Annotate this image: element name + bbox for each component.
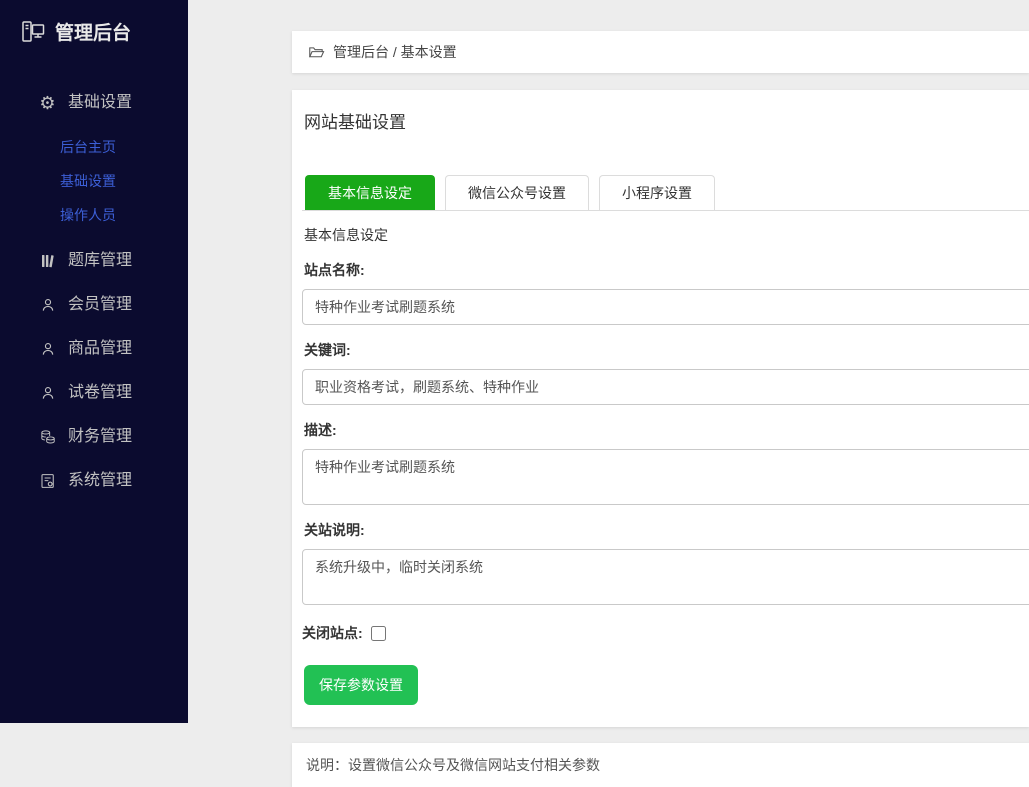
sidebar-item-label: 会员管理 <box>68 294 132 316</box>
sidebar-item-label: 财务管理 <box>68 426 132 448</box>
tab-mini-program[interactable]: 小程序设置 <box>599 175 715 210</box>
user-icon <box>38 294 57 316</box>
keywords-label: 关键词: <box>304 340 1029 360</box>
close-site-label: 关闭站点: <box>302 623 363 643</box>
footer-note-card: 说明：设置微信公众号及微信网站支付相关参数 <box>292 743 1029 787</box>
sidebar-item-exam-papers[interactable]: 试卷管理 <box>0 371 188 415</box>
form-field: 描述: 特种作业考试刷题系统 <box>302 420 1029 505</box>
folder-open-icon <box>308 44 333 61</box>
desktop-icon <box>20 19 46 45</box>
breadcrumb: 管理后台 / 基本设置 <box>292 31 1029 73</box>
coins-icon <box>38 426 57 448</box>
save-settings-button[interactable]: 保存参数设置 <box>304 665 418 705</box>
close-note-field[interactable]: 系统升级中，临时关闭系统 <box>302 549 1029 605</box>
form-field: 关站说明: 系统升级中，临时关闭系统 <box>302 520 1029 605</box>
brand-title: 管理后台 <box>55 18 131 45</box>
user-icon <box>38 338 57 360</box>
tab-wechat-official[interactable]: 微信公众号设置 <box>445 175 589 210</box>
sidebar-item-finance[interactable]: 财务管理 <box>0 415 188 459</box>
sidebar-item-products[interactable]: 商品管理 <box>0 327 188 371</box>
tab-bar: 基本信息设定 微信公众号设置 小程序设置 <box>302 175 1029 211</box>
site-name-label: 站点名称: <box>304 260 1029 280</box>
system-gear-icon <box>38 470 57 492</box>
sidebar-item-question-bank[interactable]: 题库管理 <box>0 239 188 283</box>
gear-icon: ⚙ <box>38 92 57 114</box>
close-site-checkbox[interactable] <box>371 626 386 641</box>
brand[interactable]: 管理后台 <box>0 0 188 45</box>
tab-basic-info[interactable]: 基本信息设定 <box>305 175 435 210</box>
form-field: 关键词: <box>302 340 1029 405</box>
main-content: 管理后台 / 基本设置 网站基础设置 基本信息设定 微信公众号设置 小程序设置 … <box>188 0 1029 723</box>
sidebar-subitem-operators[interactable]: 操作人员 <box>0 198 188 232</box>
section-label: 基本信息设定 <box>304 225 1029 245</box>
sidebar-item-label: 基础设置 <box>68 92 132 114</box>
settings-card: 网站基础设置 基本信息设定 微信公众号设置 小程序设置 基本信息设定 站点名称:… <box>292 90 1029 727</box>
description-label: 描述: <box>304 420 1029 440</box>
sidebar-subitem-base-settings[interactable]: 基础设置 <box>0 164 188 198</box>
sidebar-menu: ⚙ 基础设置 后台主页 基础设置 操作人员 题库管理 <box>0 81 188 503</box>
breadcrumb-path[interactable]: 管理后台 / 基本设置 <box>333 42 457 62</box>
user-icon <box>38 382 57 404</box>
form-field: 站点名称: <box>302 260 1029 325</box>
sidebar-item-label: 商品管理 <box>68 338 132 360</box>
site-name-field[interactable] <box>302 289 1029 325</box>
sidebar: 管理后台 ⚙ 基础设置 后台主页 基础设置 操作人员 题库管理 <box>0 0 188 723</box>
page-title: 网站基础设置 <box>304 108 1029 133</box>
sidebar-item-label: 题库管理 <box>68 250 132 272</box>
sidebar-item-base-settings[interactable]: ⚙ 基础设置 <box>0 81 188 125</box>
sidebar-item-system[interactable]: 系统管理 <box>0 459 188 503</box>
keywords-field[interactable] <box>302 369 1029 405</box>
sidebar-item-label: 试卷管理 <box>68 382 132 404</box>
footer-note-text: 说明：设置微信公众号及微信网站支付相关参数 <box>306 755 600 775</box>
description-field[interactable]: 特种作业考试刷题系统 <box>302 449 1029 505</box>
sidebar-subitem-backend-home[interactable]: 后台主页 <box>0 130 188 164</box>
books-icon <box>38 250 57 272</box>
sidebar-item-members[interactable]: 会员管理 <box>0 283 188 327</box>
sidebar-item-label: 系统管理 <box>68 470 132 492</box>
sidebar-submenu: 后台主页 基础设置 操作人员 <box>0 125 188 239</box>
close-note-label: 关站说明: <box>304 520 1029 540</box>
close-site-row: 关闭站点: <box>302 623 1029 643</box>
